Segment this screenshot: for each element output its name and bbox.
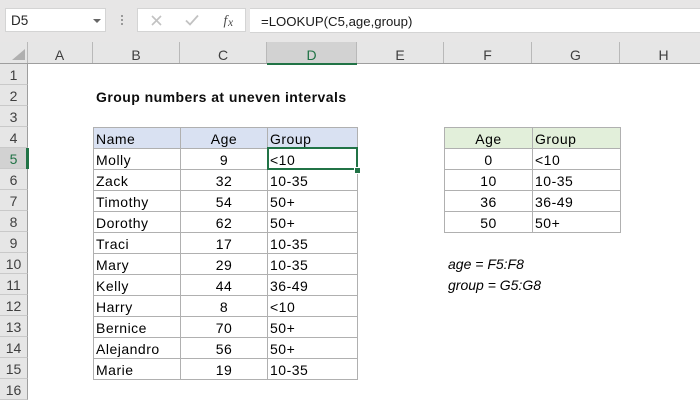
svg-text:x: x xyxy=(227,17,234,29)
